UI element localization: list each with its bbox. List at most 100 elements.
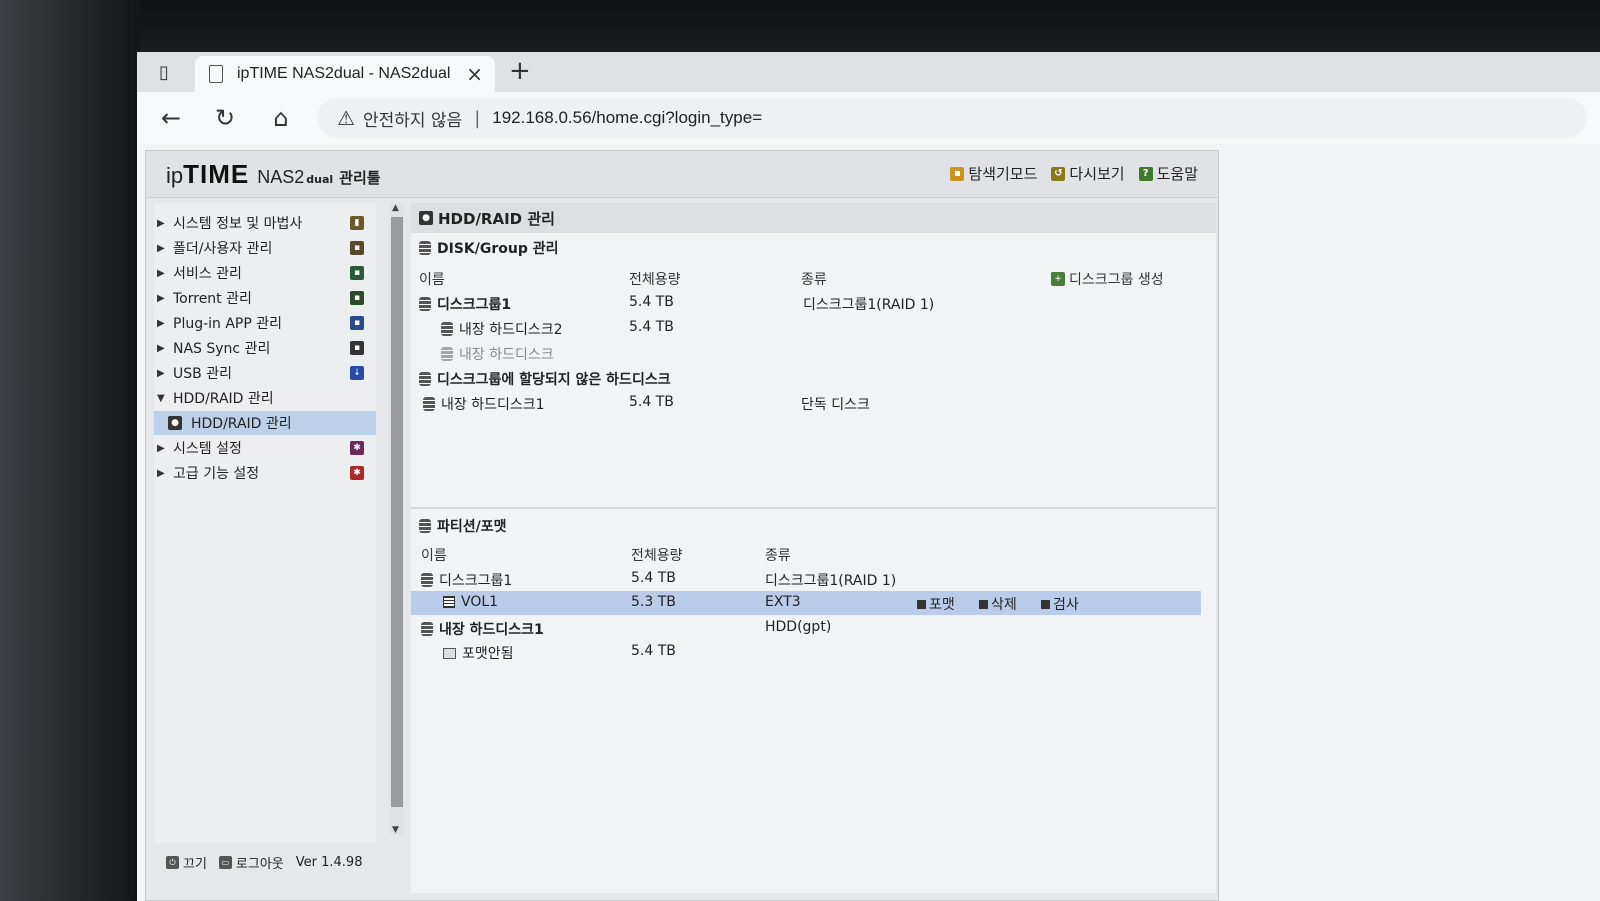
delete-button[interactable]: 삭제 [979, 594, 1017, 614]
sidebar-item-usb[interactable]: ▶ USB 관리 ↓ [154, 361, 376, 385]
expand-arrow-icon: ▶ [157, 442, 165, 454]
page-icon [209, 65, 223, 83]
power-off-label: 끄기 [183, 857, 207, 872]
warning-icon: ⚠ [337, 106, 355, 130]
sidebar-item-service[interactable]: ▶ 서비스 관리 ▪ [154, 261, 376, 285]
security-label: 안전하지 않음 [362, 110, 463, 131]
reload-icon[interactable]: ↻ [209, 102, 241, 134]
scrollbar-thumb[interactable] [391, 217, 403, 807]
table-row-selected[interactable]: VOL1 5.3 TB EXT3 포맷 삭제 검사 [411, 591, 1201, 615]
header-actions: ▪ 탐색기모드 ↺ 다시보기 ? 도움말 [950, 163, 1198, 184]
check-button[interactable]: 검사 [1041, 594, 1079, 614]
sidebar-item-label: 시스템 정보 및 마법사 [173, 216, 303, 232]
row-name: 내장 하드디스크1 [439, 622, 544, 638]
refresh-button[interactable]: ↺ 다시보기 [1051, 163, 1125, 184]
folder-user-icon: ▪ [350, 241, 364, 255]
table-row[interactable]: 포맷안됨 5.4 TB [411, 640, 1201, 664]
sidebar-item-system-info[interactable]: ▶ 시스템 정보 및 마법사 ▮ [154, 211, 376, 235]
row-name: 디스크그룹1 [439, 573, 513, 589]
scroll-down-icon[interactable]: ▼ [392, 825, 399, 835]
help-button[interactable]: ? 도움말 [1138, 163, 1198, 184]
hard-disk-icon [423, 397, 435, 411]
sidebar-item-label: Torrent 관리 [173, 291, 252, 307]
explorer-mode-label: 탐색기모드 [968, 165, 1038, 183]
system-settings-icon: ✱ [350, 441, 364, 455]
row-size: 5.4 TB [631, 643, 676, 659]
sidebar-item-torrent[interactable]: ▶ Torrent 관리 ▪ [154, 286, 376, 310]
table-row[interactable]: 내장 하드디스크1 5.4 TB 단독 디스크 [411, 391, 1201, 415]
row-name: 포맷안됨 [462, 646, 514, 662]
table-row[interactable]: 디스크그룹에 할당되지 않은 하드디스크 [411, 366, 1201, 390]
format-button[interactable]: 포맷 [917, 594, 955, 614]
new-tab-icon[interactable]: + [509, 56, 531, 86]
refresh-label: 다시보기 [1069, 165, 1125, 183]
chart-icon: ▮ [350, 216, 364, 230]
tab-bar: ▯ ipTIME NAS2dual - NAS2dual × + [137, 52, 1600, 92]
table-row[interactable]: 내장 하드디스크 [411, 341, 1201, 365]
explorer-mode-button[interactable]: ▪ 탐색기모드 [950, 163, 1037, 184]
sidebar-item-plugin[interactable]: ▶ Plug-in APP 관리 ▪ [154, 311, 376, 335]
row-type: HDD(gpt) [765, 619, 832, 635]
hard-disk-icon [441, 347, 453, 361]
logo-suffix: 관리툴 [339, 169, 381, 187]
table-row[interactable]: 내장 하드디스크1 HDD(gpt) [411, 616, 1201, 640]
disk-group-icon [419, 297, 431, 311]
nas-admin-app: ip TIME NAS2 dual 관리툴 ▪ 탐색기모드 ↺ 다시보기 ? 도… [145, 150, 1219, 901]
web-page: ip TIME NAS2 dual 관리툴 ▪ 탐색기모드 ↺ 다시보기 ? 도… [137, 144, 1600, 901]
sidebar-toggle-icon[interactable]: ▯ [149, 60, 179, 84]
tab-title: ipTIME NAS2dual - NAS2dual [237, 65, 451, 82]
logo-time: TIME [183, 159, 250, 189]
refresh-icon: ↺ [1051, 166, 1066, 181]
check-icon [1041, 599, 1050, 609]
create-disk-group-button[interactable]: + 디스크그룹 생성 [1051, 269, 1164, 289]
table-row[interactable]: 디스크그룹1 5.4 TB 디스크그룹1(RAID 1) [411, 291, 1201, 315]
browser-tab[interactable]: ipTIME NAS2dual - NAS2dual × [195, 56, 495, 92]
power-off-button[interactable]: ⏻ 끄기 [166, 853, 207, 872]
row-name-cell: 디스크그룹에 할당되지 않은 하드디스크 [419, 369, 671, 389]
home-icon[interactable]: ⌂ [265, 102, 297, 134]
table-row[interactable]: 내장 하드디스크2 5.4 TB [411, 316, 1201, 340]
collapse-arrow-icon: ▼ [157, 392, 165, 404]
logout-icon: ▭ [218, 856, 232, 869]
sidebar-item-label: Plug-in APP 관리 [173, 316, 283, 332]
sidebar-item-label: USB 관리 [173, 366, 232, 382]
help-label: 도움말 [1156, 165, 1198, 183]
expand-arrow-icon: ▶ [157, 267, 165, 279]
row-name-cell: 내장 하드디스크1 [421, 619, 544, 639]
add-group-icon: + [1051, 272, 1065, 286]
sidebar-item-advanced-settings[interactable]: ▶ 고급 기능 설정 ✱ [154, 461, 376, 485]
row-size: 5.4 TB [629, 319, 674, 335]
sidebar-item-folder-user[interactable]: ▶ 폴더/사용자 관리 ▪ [154, 236, 376, 260]
row-type: 디스크그룹1(RAID 1) [765, 573, 897, 589]
back-icon[interactable]: ← [155, 102, 187, 134]
row-name: 내장 하드디스크1 [441, 397, 545, 413]
section-divider [411, 507, 1216, 509]
scroll-up-icon[interactable]: ▲ [392, 203, 399, 213]
row-name: 디스크그룹에 할당되지 않은 하드디스크 [437, 372, 671, 388]
row-name-cell: 디스크그룹1 [421, 570, 512, 590]
disk-group-icon [419, 372, 431, 386]
url-field[interactable]: ⚠ 안전하지 않음 | 192.168.0.56/home.cgi?login_… [317, 98, 1587, 138]
section-title-text: 파티션/포맷 [437, 519, 507, 535]
check-label: 검사 [1053, 597, 1079, 613]
logout-button[interactable]: ▭ 로그아웃 [218, 853, 284, 872]
row-type: 단독 디스크 [801, 397, 870, 413]
hdd-icon: ● [419, 211, 433, 225]
format-icon [917, 599, 926, 609]
sidebar-item-nas-sync[interactable]: ▶ NAS Sync 관리 ▪ [154, 336, 376, 360]
panel-title-text: HDD/RAID 관리 [438, 209, 555, 228]
close-tab-icon[interactable]: × [466, 62, 483, 86]
volume-icon [443, 596, 455, 608]
sidebar-item-label: NAS Sync 관리 [173, 341, 271, 357]
sidebar-item-hdd-raid-group[interactable]: ▼ HDD/RAID 관리 [154, 386, 376, 410]
row-name-cell: 디스크그룹1 [419, 294, 511, 314]
plugin-icon: ▪ [350, 316, 364, 330]
create-disk-group-label: 디스크그룹 생성 [1069, 272, 1164, 288]
table-row[interactable]: 디스크그룹1 5.4 TB 디스크그룹1(RAID 1) [411, 567, 1201, 591]
sidebar-item-hdd-raid[interactable]: ● HDD/RAID 관리 [154, 411, 376, 435]
sidebar-scrollbar[interactable]: ▲ ▼ [390, 203, 404, 835]
panel-title: ● HDD/RAID 관리 [411, 203, 1216, 233]
expand-arrow-icon: ▶ [157, 217, 165, 229]
sidebar-item-system-settings[interactable]: ▶ 시스템 설정 ✱ [154, 436, 376, 460]
advanced-settings-icon: ✱ [350, 466, 364, 480]
